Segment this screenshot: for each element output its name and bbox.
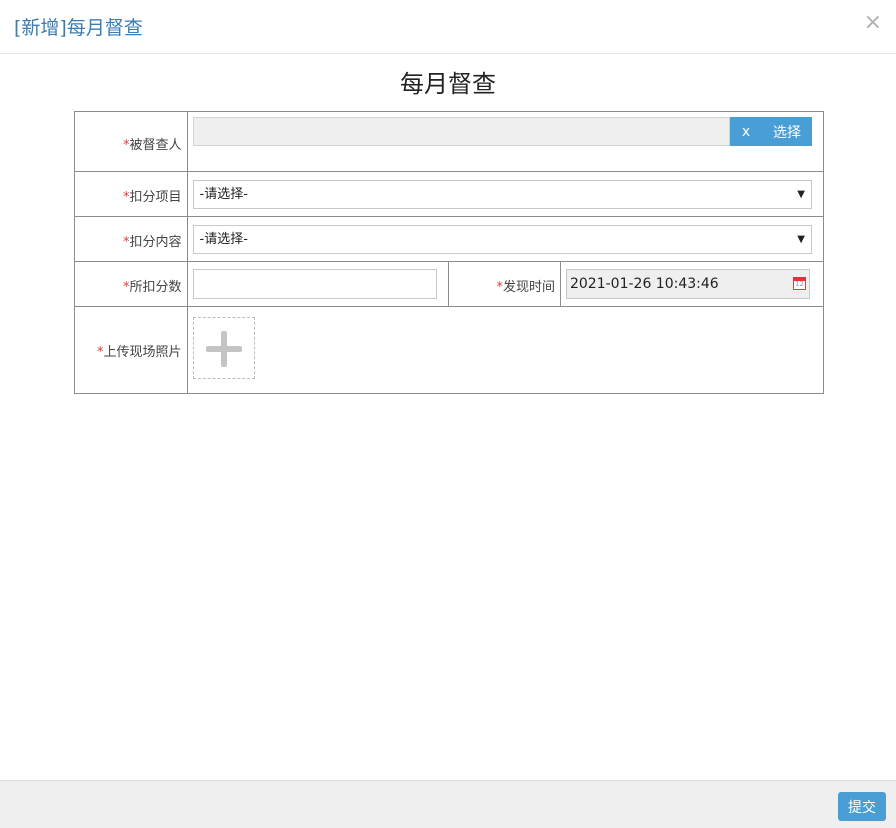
deduct-item-label: *扣分项目: [74, 171, 188, 217]
plus-icon-vertical: [220, 331, 227, 367]
score-label-text: 所扣分数: [129, 280, 182, 295]
form-row-person: *被督查人 x 选择: [74, 111, 824, 172]
calendar-icon[interactable]: [792, 277, 806, 290]
photo-label: *上传现场照片: [74, 306, 188, 394]
form-title: 每月督查: [400, 70, 496, 98]
upload-photo-button[interactable]: [192, 317, 255, 379]
deduct-content-selected: -请选择-: [199, 232, 248, 247]
person-field-cell: x 选择: [186, 111, 824, 172]
deduct-content-label-text: 扣分内容: [129, 235, 182, 250]
deduct-content-cell: -请选择- ▼: [186, 216, 824, 262]
found-time-cell: 2021-01-26 10:43:46: [559, 261, 825, 307]
person-label: *被督查人: [74, 111, 188, 172]
deduct-item-label-text: 扣分项目: [129, 190, 182, 205]
found-time-label-text: 发现时间: [502, 280, 555, 295]
found-time-input[interactable]: 2021-01-26 10:43:46: [565, 269, 810, 299]
dialog-header: [新增]每月督查 ×: [0, 0, 896, 54]
deduct-item-selected: -请选择-: [199, 187, 248, 202]
close-icon[interactable]: ×: [864, 12, 882, 34]
submit-button[interactable]: 提交: [838, 792, 886, 821]
photo-cell: [186, 306, 824, 394]
dialog-footer: 提交: [0, 780, 896, 828]
deduct-item-select[interactable]: -请选择- ▼: [192, 180, 812, 209]
photo-label-text: 上传现场照片: [103, 345, 182, 360]
dropdown-arrow-icon: ▼: [797, 189, 805, 200]
form-row-score-time: *所扣分数 *发现时间 2021-01-26 10:43:46: [74, 261, 825, 307]
score-input[interactable]: [192, 269, 437, 299]
dialog-title: [新增]每月督查: [14, 17, 143, 39]
clear-button[interactable]: x: [730, 117, 762, 146]
form-row-photo: *上传现场照片: [74, 306, 824, 394]
dropdown-arrow-icon: ▼: [797, 234, 805, 245]
found-time-value: 2021-01-26 10:43:46: [569, 276, 719, 292]
dialog: [新增]每月督查 × 每月督查 *被督查人 x 选择 *扣分项目 -请选择- ▼…: [0, 0, 896, 828]
person-picker: x 选择: [192, 117, 812, 146]
deduct-item-cell: -请选择- ▼: [186, 171, 824, 217]
choose-button[interactable]: 选择: [762, 117, 812, 146]
form-table: *被督查人 x 选择 *扣分项目 -请选择- ▼ *扣分内容 -请选择- ▼ *…: [74, 111, 825, 394]
score-cell: [186, 261, 450, 307]
found-time-label: *发现时间: [448, 261, 561, 307]
form-row-deduct-item: *扣分项目 -请选择- ▼: [74, 171, 824, 217]
form-row-deduct-content: *扣分内容 -请选择- ▼: [74, 216, 824, 262]
person-input[interactable]: [192, 117, 730, 146]
person-label-text: 被督查人: [129, 138, 182, 153]
deduct-content-label: *扣分内容: [74, 216, 188, 262]
score-label: *所扣分数: [74, 261, 188, 307]
deduct-content-select[interactable]: -请选择- ▼: [192, 225, 812, 254]
